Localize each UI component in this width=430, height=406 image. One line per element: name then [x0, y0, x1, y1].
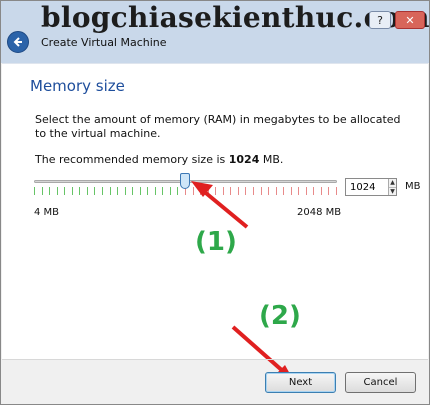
- next-button[interactable]: Next: [265, 372, 336, 393]
- spin-down-button[interactable]: ▼: [389, 187, 396, 195]
- slider-tick: [328, 187, 329, 195]
- slider-tick: [200, 187, 201, 195]
- cancel-button[interactable]: Cancel: [345, 372, 416, 393]
- wizard-page: [2, 63, 428, 360]
- slider-tick: [147, 187, 148, 195]
- slider-tick: [162, 187, 163, 195]
- help-button[interactable]: ?: [369, 11, 391, 29]
- slider-tick: [110, 187, 111, 195]
- slider-tick: [79, 187, 80, 195]
- recommendation-prefix: The recommended memory size is: [35, 153, 229, 166]
- create-vm-dialog: blogchiasekienthuc.com Create Virtual Ma…: [0, 0, 430, 405]
- spin-up-button[interactable]: ▲: [389, 179, 396, 188]
- window-title: Create Virtual Machine: [41, 36, 167, 49]
- slider-tick: [94, 187, 95, 195]
- slider-tick: [34, 187, 35, 195]
- slider-tick: [238, 187, 239, 195]
- slider-max-label: 2048 MB: [297, 207, 342, 218]
- slider-tick: [64, 187, 65, 195]
- slider-tick: [268, 187, 269, 195]
- slider-tick: [193, 187, 194, 195]
- slider-tick: [117, 187, 118, 195]
- back-button[interactable]: [7, 31, 29, 53]
- slider-tick: [223, 187, 224, 195]
- slider-tick: [177, 187, 178, 195]
- slider-tick: [283, 187, 284, 195]
- memory-spinbox: ▲ ▼: [345, 178, 397, 196]
- slider-tick: [49, 187, 50, 195]
- recommended-size-text: The recommended memory size is 1024 MB.: [35, 153, 283, 166]
- slider-tick: [245, 187, 246, 195]
- page-title: Memory size: [30, 77, 125, 95]
- slider-tick: [321, 187, 322, 195]
- memory-input[interactable]: [346, 179, 388, 195]
- slider-tick: [87, 187, 88, 195]
- footer-separator: [2, 359, 428, 360]
- slider-tick: [253, 187, 254, 195]
- slider-tick: [230, 187, 231, 195]
- slider-tick: [57, 187, 58, 195]
- slider-tick: [102, 187, 103, 195]
- slider-tick: [155, 187, 156, 195]
- slider-tick: [215, 187, 216, 195]
- recommendation-suffix: MB.: [259, 153, 284, 166]
- slider-tick: [72, 187, 73, 195]
- close-button[interactable]: ✕: [395, 11, 425, 29]
- annotation-step-1: (1): [195, 227, 237, 257]
- slider-tick: [42, 187, 43, 195]
- slider-tick: [298, 187, 299, 195]
- page-description: Select the amount of memory (RAM) in meg…: [35, 113, 401, 140]
- slider-tick: [276, 187, 277, 195]
- slider-tick: [313, 187, 314, 195]
- slider-tick: [132, 187, 133, 195]
- slider-tick: [208, 187, 209, 195]
- back-arrow-icon: [13, 37, 22, 47]
- title-bar: blogchiasekienthuc.com Create Virtual Ma…: [1, 1, 430, 63]
- slider-tick: [140, 187, 141, 195]
- slider-tick: [306, 187, 307, 195]
- slider-tick: [336, 187, 337, 195]
- recommended-value: 1024: [228, 153, 260, 166]
- slider-min-label: 4 MB: [34, 207, 60, 218]
- memory-unit-label: MB: [405, 181, 421, 192]
- memory-slider-handle[interactable]: [180, 173, 190, 189]
- slider-tick: [261, 187, 262, 195]
- slider-tick: [170, 187, 171, 195]
- slider-tick: [291, 187, 292, 195]
- spin-buttons: ▲ ▼: [388, 179, 396, 195]
- annotation-step-2: (2): [259, 301, 301, 331]
- slider-tick: [125, 187, 126, 195]
